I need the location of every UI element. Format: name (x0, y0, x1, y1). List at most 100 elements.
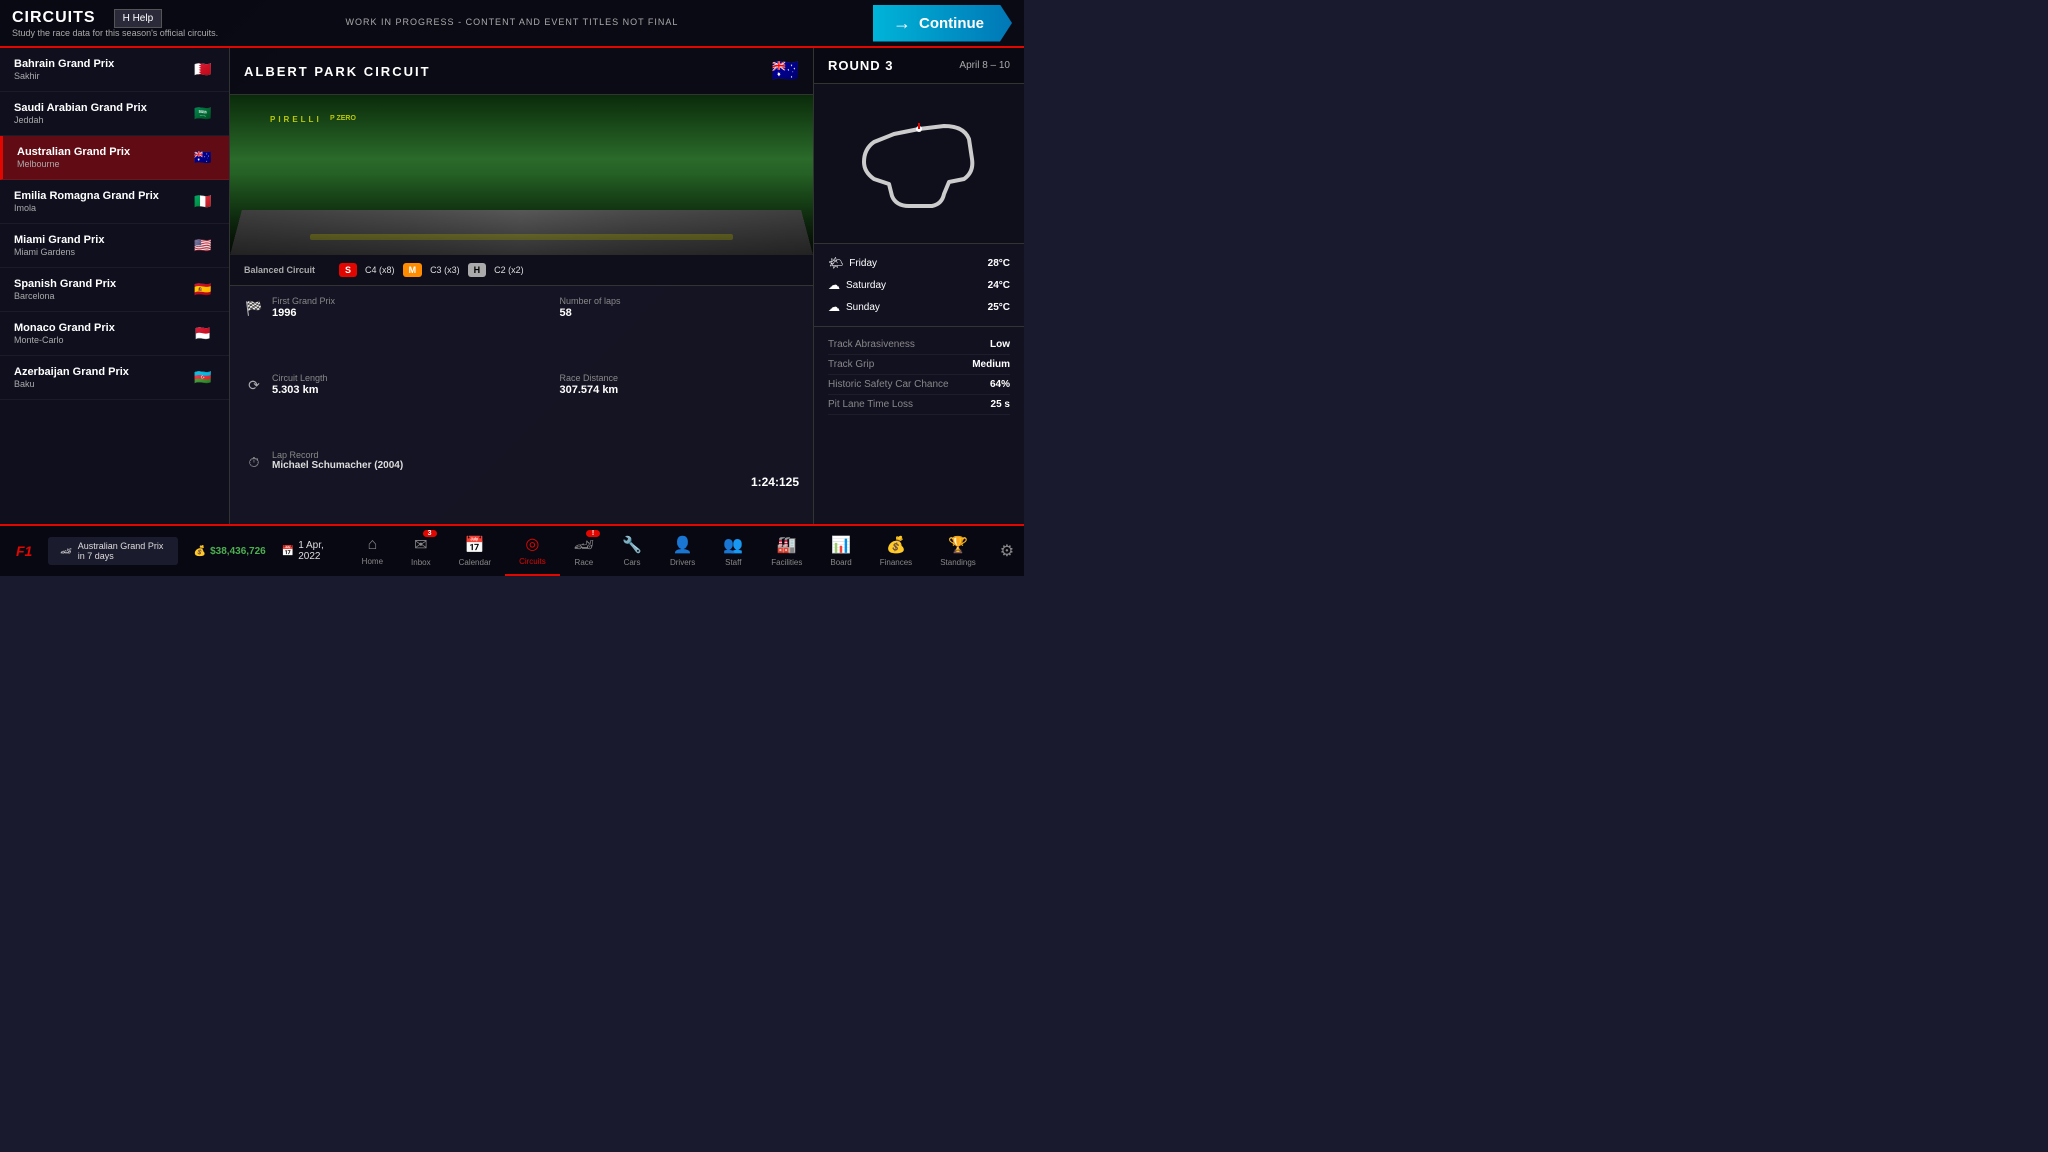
track-stat-historic-safety-car-chance: Historic Safety Car Chance 64% (828, 375, 1010, 395)
track-stat-label-pit-lane-time-loss: Pit Lane Time Loss (828, 399, 913, 410)
round-date: April 8 – 10 (959, 60, 1010, 71)
header-left: Circuits H Help Study the race data for … (12, 9, 218, 38)
header-subtitle: Study the race data for this season's of… (12, 28, 218, 38)
weather-day-saturday: ☁ Saturday (828, 278, 886, 292)
circuit-item-spanish[interactable]: Spanish Grand Prix Barcelona 🇪🇸 (0, 268, 229, 312)
inbox-nav-badge: 3 (423, 530, 437, 537)
nav-tab-home[interactable]: ⌂ Home (348, 526, 397, 576)
track-stat-value-track-abrasiveness: Low (990, 339, 1010, 350)
circuit-flag-azerbaijan: 🇦🇿 (191, 370, 215, 386)
circuit-item-monaco[interactable]: Monaco Grand Prix Monte-Carlo 🇲🇨 (0, 312, 229, 356)
continue-label: Continue (919, 15, 984, 32)
tire-c2-label: C2 (x2) (494, 265, 524, 275)
lap-record-holder: Michael Schumacher (2004) (272, 460, 403, 471)
nav-tabs: ⌂ Home ✉ Inbox 3 📅 Calendar ◎ Circuits 🏎… (348, 526, 990, 576)
nav-tab-staff[interactable]: 👥 Staff (709, 526, 757, 576)
circuit-city-bahrain: Sakhir (14, 71, 114, 81)
laps-value: 58 (560, 307, 621, 319)
laps-content: Number of laps 58 (560, 296, 621, 319)
circuit-flag: 🇦🇺 (772, 58, 799, 84)
circuit-item-bahrain[interactable]: Bahrain Grand Prix Sakhir 🇧🇭 (0, 48, 229, 92)
length-stat: ⟳ Circuit Length 5.303 km (244, 373, 512, 438)
circuit-flag-emilia: 🇮🇹 (191, 194, 215, 210)
circuit-item-saudi[interactable]: Saudi Arabian Grand Prix Jeddah 🇸🇦 (0, 92, 229, 136)
weather-row-friday: 🌤 Friday 28°C (828, 252, 1010, 274)
first-gp-label: First Grand Prix (272, 296, 335, 306)
status-left: F1 🏎 Australian Grand Prix in 7 days 💰 $… (0, 526, 348, 576)
length-value: 5.303 km (272, 384, 328, 396)
money-icon: 💰 (194, 546, 206, 557)
cars-nav-icon: 🔧 (622, 535, 642, 555)
distance-icon (532, 375, 552, 395)
circuit-item-text-australia: Australian Grand Prix Melbourne (17, 146, 130, 169)
nav-tab-race[interactable]: 🏎 Race ! (560, 526, 608, 576)
circuit-name-saudi: Saudi Arabian Grand Prix (14, 102, 147, 114)
settings-button[interactable]: ⚙ (990, 526, 1024, 576)
page-title: Circuits (12, 9, 96, 27)
circuit-item-text-spanish: Spanish Grand Prix Barcelona (14, 278, 116, 301)
nav-tab-drivers[interactable]: 👤 Drivers (656, 526, 709, 576)
inbox-nav-icon: ✉ (414, 535, 427, 555)
nav-tab-calendar[interactable]: 📅 Calendar (445, 526, 505, 576)
circuit-header: ALBERT PARK CIRCUIT 🇦🇺 (230, 48, 813, 95)
track-stat-label-track-grip: Track Grip (828, 359, 874, 370)
circuit-name-miami: Miami Grand Prix (14, 234, 104, 246)
circuit-item-miami[interactable]: Miami Grand Prix Miami Gardens 🇺🇸 (0, 224, 229, 268)
weather-day-sunday: ☁ Sunday (828, 300, 880, 314)
circuit-name: ALBERT PARK CIRCUIT (244, 64, 431, 79)
nav-tab-cars[interactable]: 🔧 Cars (608, 526, 656, 576)
circuit-item-emilia[interactable]: Emilia Romagna Grand Prix Imola 🇮🇹 (0, 180, 229, 224)
calendar-nav-label: Calendar (459, 558, 491, 567)
laps-label: Number of laps (560, 296, 621, 306)
nav-tab-inbox[interactable]: ✉ Inbox 3 (397, 526, 445, 576)
weather-temp-sunday: 25°C (988, 302, 1010, 313)
lap-record-label: Lap Record (272, 450, 403, 460)
first-gp-stat: 🏁 First Grand Prix 1996 (244, 296, 512, 361)
drivers-nav-label: Drivers (670, 558, 695, 567)
circuit-item-text-azerbaijan: Azerbaijan Grand Prix Baku (14, 366, 129, 389)
nav-tab-circuits[interactable]: ◎ Circuits (505, 526, 560, 576)
notification-text: Australian Grand Prix in 7 days (78, 541, 166, 561)
nav-tab-finances[interactable]: 💰 Finances (866, 526, 926, 576)
status-money-section: 💰 $38,436,726 (194, 546, 266, 557)
lap-record-stat: ⏱ Lap Record Michael Schumacher (2004) 1… (244, 450, 799, 514)
continue-button[interactable]: → Continue (873, 5, 1012, 42)
circuit-city-emilia: Imola (14, 203, 159, 213)
length-label: Circuit Length (272, 373, 328, 383)
circuit-item-text-saudi: Saudi Arabian Grand Prix Jeddah (14, 102, 147, 125)
weather-icon-friday: 🌤 (828, 256, 843, 270)
nav-tab-facilities[interactable]: 🏭 Facilities (757, 526, 816, 576)
circuit-item-text-emilia: Emilia Romagna Grand Prix Imola (14, 190, 159, 213)
circuit-item-azerbaijan[interactable]: Azerbaijan Grand Prix Baku 🇦🇿 (0, 356, 229, 400)
calendar-nav-icon: 📅 (465, 535, 485, 555)
lap-record-content: Lap Record Michael Schumacher (2004) (272, 450, 403, 471)
circuit-item-text-miami: Miami Grand Prix Miami Gardens (14, 234, 104, 257)
nav-tab-standings[interactable]: 🏆 Standings (926, 526, 990, 576)
track-stat-value-pit-lane-time-loss: 25 s (991, 399, 1010, 410)
distance-label: Race Distance (560, 373, 619, 383)
circuit-flag-bahrain: 🇧🇭 (191, 62, 215, 78)
track-stat-label-track-abrasiveness: Track Abrasiveness (828, 339, 915, 350)
main-content: Bahrain Grand Prix Sakhir 🇧🇭 Saudi Arabi… (0, 48, 1024, 524)
length-content: Circuit Length 5.303 km (272, 373, 328, 396)
weather-day-friday: 🌤 Friday (828, 256, 877, 270)
top-bar: Circuits H Help Study the race data for … (0, 0, 1024, 48)
cars-nav-label: Cars (624, 558, 641, 567)
weather-section: 🌤 Friday 28°C ☁ Saturday 24°C ☁ Sunday 2… (814, 244, 1024, 327)
staff-nav-icon: 👥 (723, 535, 743, 555)
circuit-name-bahrain: Bahrain Grand Prix (14, 58, 114, 70)
race-nav-icon: 🏎 (574, 535, 594, 555)
notification-icon: 🏎 (60, 546, 71, 557)
circuit-city-azerbaijan: Baku (14, 379, 129, 389)
circuit-item-australia[interactable]: Australian Grand Prix Melbourne 🇦🇺 (0, 136, 229, 180)
track-stat-label-historic-safety-car-chance: Historic Safety Car Chance (828, 379, 949, 390)
circuit-city-spanish: Barcelona (14, 291, 116, 301)
distance-value: 307.574 km (560, 384, 619, 396)
track-stat-value-track-grip: Medium (972, 359, 1010, 370)
status-notification: 🏎 Australian Grand Prix in 7 days (48, 537, 177, 565)
circuit-list: Bahrain Grand Prix Sakhir 🇧🇭 Saudi Arabi… (0, 48, 230, 524)
right-panel: ROUND 3 April 8 – 10 🌤 Friday 28°C ☁ Sat… (814, 48, 1024, 524)
nav-tab-board[interactable]: 📊 Board (816, 526, 865, 576)
circuits-nav-icon: ◎ (525, 534, 539, 554)
help-button[interactable]: H Help (114, 9, 163, 28)
